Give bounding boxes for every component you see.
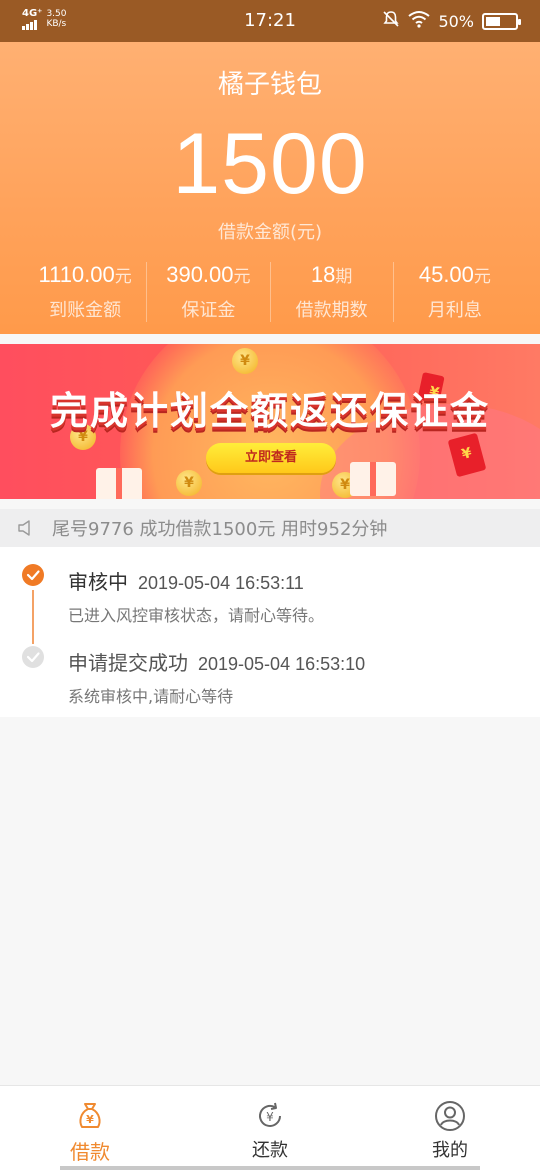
wifi-icon (408, 10, 431, 32)
banner-headline: 完成计划全额返还保证金 (49, 389, 490, 433)
stat-received-amount: 1110.00元 到账金额 (24, 262, 148, 322)
notice-text: 尾号9776 成功借款1500元 用时952分钟 (52, 519, 388, 540)
stat-term-count: 18期 借款期数 (271, 262, 394, 322)
step-title-reviewing: 审核中 2019-05-04 16:53:11 (68, 570, 304, 594)
promo-banner[interactable]: ¥ ¥ ¥ ¥ 完成计划全额返还保证金 立即查看 (0, 344, 540, 499)
stat-deposit: 390.00元 保证金 (147, 262, 271, 322)
step-time: 2019-05-04 16:53:11 (138, 573, 304, 593)
user-icon (434, 1100, 466, 1132)
notice-ticker: 尾号9776 成功借款1500元 用时952分钟 (0, 509, 540, 547)
timeline-connector (32, 590, 34, 644)
loan-amount-label: 借款金额(元) (217, 222, 323, 243)
home-indicator (60, 1166, 480, 1170)
step-desc: 已进入风控审核状态，请耐心等待。 (68, 606, 325, 625)
loan-summary-header: 橘子钱包 1500 借款金额(元) 1110.00元 到账金额 390.00元 … (0, 42, 540, 334)
tab-repay[interactable]: ¥ 还款 (180, 1086, 360, 1170)
svg-text:¥: ¥ (86, 1113, 94, 1126)
tab-borrow[interactable]: ¥ 借款 (0, 1086, 180, 1170)
svg-text:¥: ¥ (266, 1110, 274, 1124)
step-done-check-icon (22, 646, 44, 668)
refresh-yen-icon: ¥ (254, 1100, 286, 1132)
tab-mine[interactable]: 我的 (360, 1086, 540, 1170)
step-time: 2019-05-04 16:53:10 (198, 654, 366, 674)
coin-icon: ¥ (176, 470, 202, 496)
app-title: 橘子钱包 (217, 70, 322, 100)
money-bag-icon: ¥ (74, 1100, 106, 1132)
bottom-tab-bar: ¥ 借款 ¥ 还款 我的 (0, 1085, 540, 1170)
battery-percent: 50% (438, 11, 474, 31)
battery-icon (482, 12, 521, 30)
loan-stats: 1110.00元 到账金额 390.00元 保证金 18期 借款期数 45.00… (24, 262, 516, 322)
step-title-submitted: 申请提交成功 2019-05-04 16:53:10 (68, 651, 366, 675)
view-now-button[interactable]: 立即查看 (206, 443, 336, 473)
step-active-check-icon (22, 564, 44, 586)
gift-box-icon (350, 462, 396, 496)
gift-box-icon (96, 468, 142, 499)
step-desc: 系统审核中,请耐心等待 (68, 687, 234, 706)
mute-icon (382, 10, 400, 32)
speaker-icon (18, 520, 32, 536)
status-bar: 4G⁺ 3.50 KB/s 17:21 50% (0, 0, 540, 42)
stat-monthly-interest: 45.00元 月利息 (418, 262, 491, 321)
loan-amount: 1500 (172, 116, 368, 212)
coin-icon: ¥ (232, 348, 258, 374)
